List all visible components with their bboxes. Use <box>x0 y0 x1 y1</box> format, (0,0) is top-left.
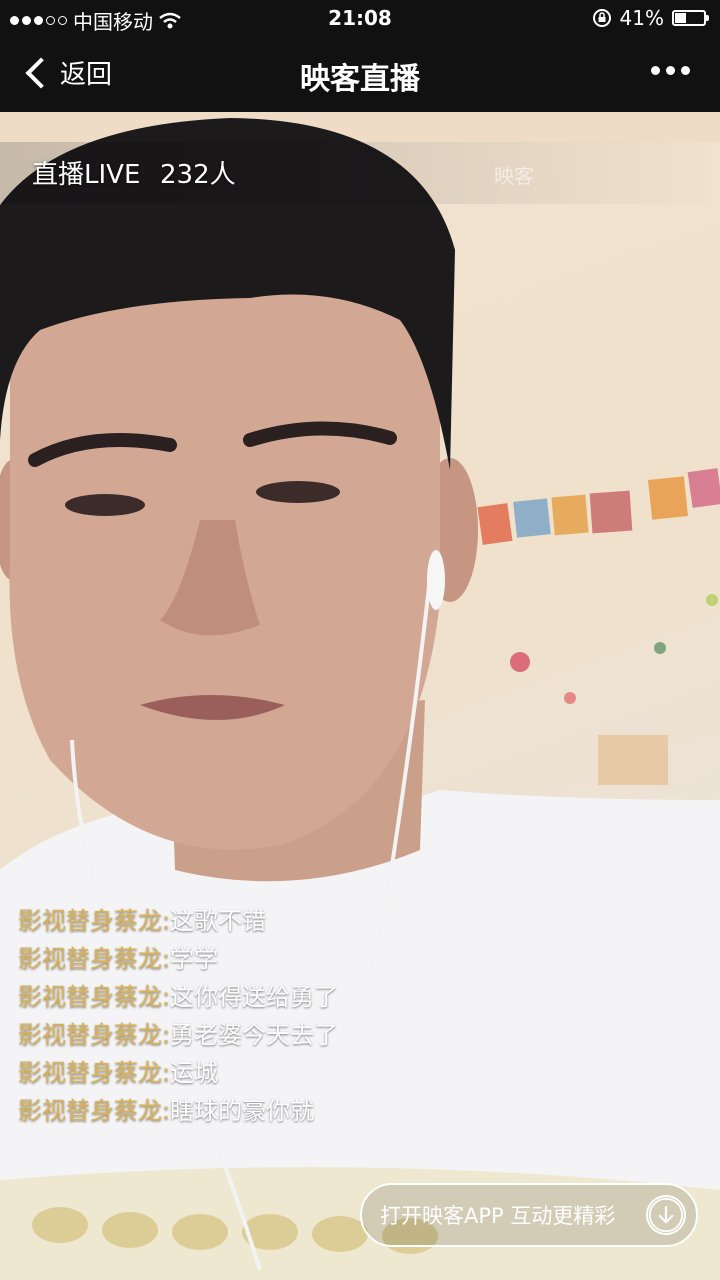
chat-text: 瞎球的豪你就 <box>170 1097 315 1125</box>
chat-username[interactable]: 影视替身蔡龙: <box>18 1097 170 1125</box>
wall-photos <box>477 468 720 785</box>
status-right: 41% <box>592 6 709 30</box>
viewer-count: 232人 <box>160 160 236 190</box>
chat-username[interactable]: 影视替身蔡龙: <box>18 1059 170 1087</box>
watermark-text: 映客 <box>494 164 534 188</box>
download-arrow-icon <box>646 1195 686 1235</box>
battery-icon <box>672 10 709 26</box>
battery-percent: 41% <box>619 6 664 30</box>
chat-username[interactable]: 影视替身蔡龙: <box>18 1021 170 1049</box>
chat-text: 这歌不错 <box>170 907 267 935</box>
screen: 中国移动 21:08 41% 返回 映客直播 直播LIVE 232人 映客 影视… <box>0 0 720 1280</box>
nav-bar: 返回 映客直播 <box>0 36 720 112</box>
rotation-lock-icon <box>592 9 611 27</box>
more-dots-icon[interactable] <box>651 66 690 75</box>
battery-fill <box>675 13 687 23</box>
chat-message: 影视替身蔡龙:瞎球的豪你就 <box>18 1092 438 1130</box>
chat-message: 影视替身蔡龙:这歌不错 <box>18 902 438 940</box>
chat-text: 这你得送给勇了 <box>170 983 339 1011</box>
chat-username[interactable]: 影视替身蔡龙: <box>18 907 170 935</box>
chat-message: 影视替身蔡龙:勇老婆今天去了 <box>18 1016 438 1054</box>
open-app-button[interactable]: 打开映客APP 互动更精彩 <box>360 1183 698 1247</box>
page-title: 映客直播 <box>300 62 420 97</box>
chat-message: 影视替身蔡龙:这你得送给勇了 <box>18 978 438 1016</box>
chat-message: 影视替身蔡龙:学学 <box>18 940 438 978</box>
chat-text: 学学 <box>170 945 219 973</box>
chat-username[interactable]: 影视替身蔡龙: <box>18 945 170 973</box>
chat-message: 影视替身蔡龙:运城 <box>18 1054 438 1092</box>
status-bar: 中国移动 21:08 41% <box>0 0 720 36</box>
live-label: 直播LIVE <box>32 160 141 190</box>
chat-list: 影视替身蔡龙:这歌不错 影视替身蔡龙:学学 影视替身蔡龙:这你得送给勇了 影视替身蔡龙… <box>18 902 438 1130</box>
chat-text: 勇老婆今天去了 <box>170 1021 339 1049</box>
open-app-label: 打开映客APP 互动更精彩 <box>380 1204 616 1228</box>
chat-username[interactable]: 影视替身蔡龙: <box>18 983 170 1011</box>
chat-text: 运城 <box>170 1059 219 1087</box>
